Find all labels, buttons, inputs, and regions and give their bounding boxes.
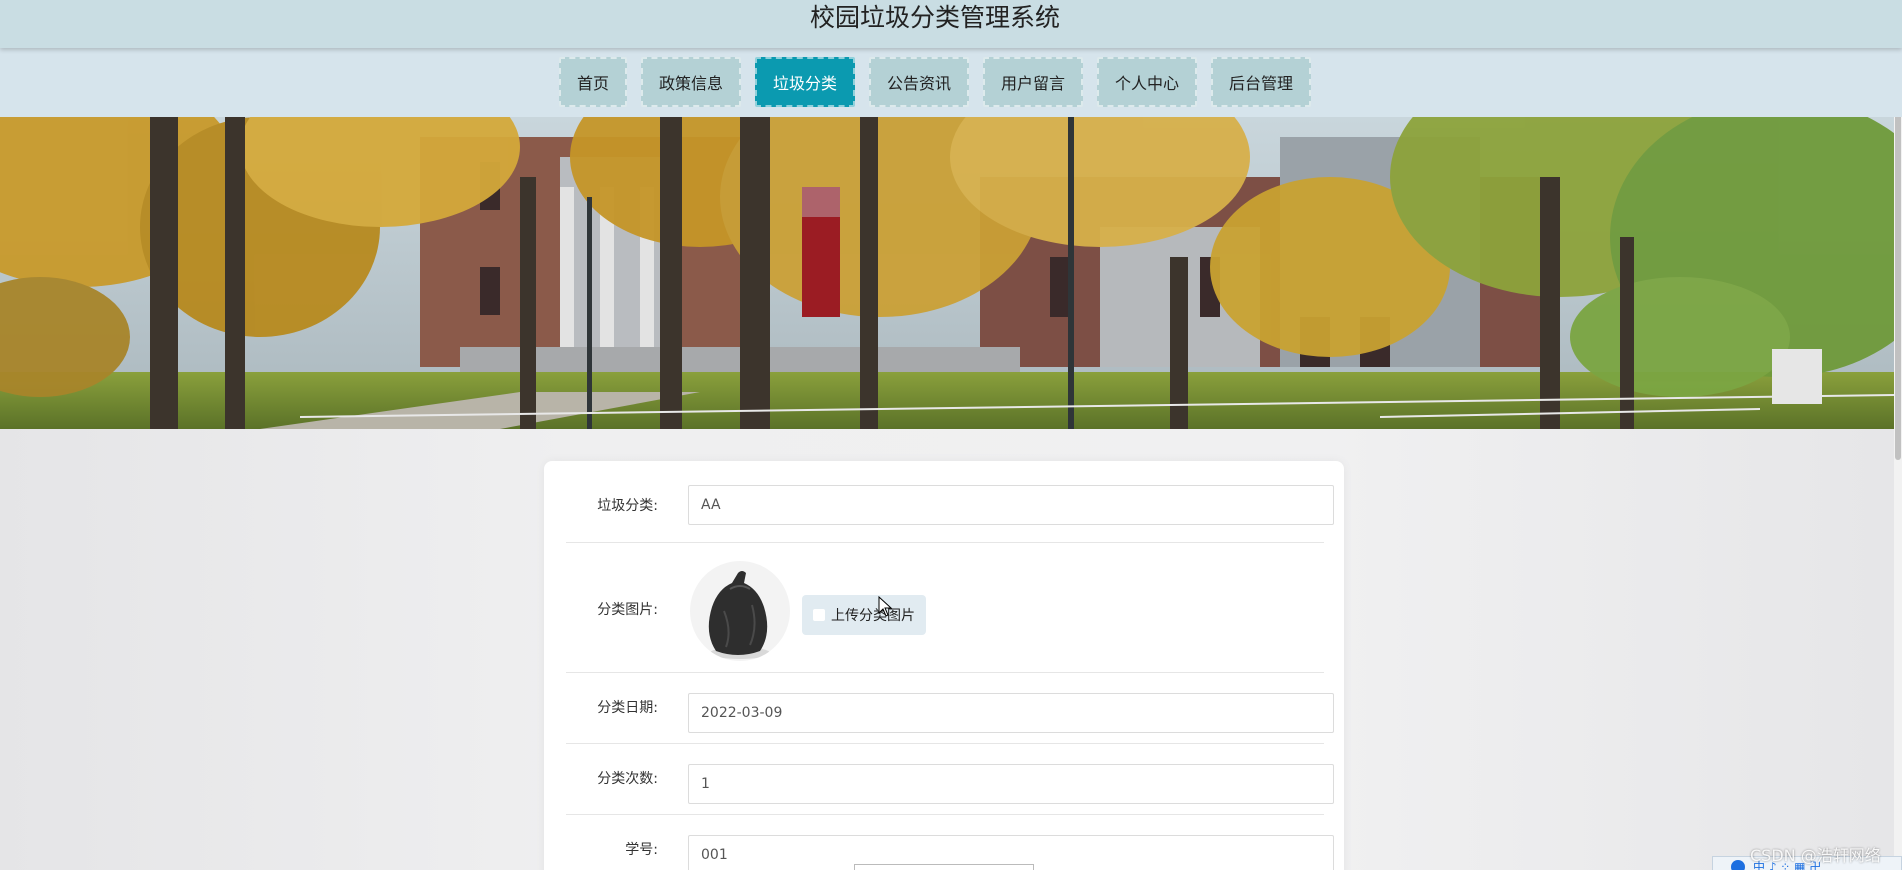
dropdown-popup-edge	[854, 864, 1034, 870]
garbage-bag-icon	[708, 571, 770, 659]
form-row-student-id: 学号: 001	[566, 815, 1334, 870]
nav-item-admin[interactable]: 后台管理	[1211, 57, 1312, 107]
form-row-count: 分类次数: 1	[566, 744, 1334, 815]
form-row-category: 垃圾分类: AA	[566, 485, 1334, 543]
category-image-preview	[690, 561, 790, 661]
nav-item-announcements[interactable]: 公告资讯	[868, 57, 969, 107]
nav-item-profile[interactable]: 个人中心	[1097, 57, 1198, 107]
student-id-label: 学号:	[625, 842, 658, 858]
csdn-watermark: CSDN @浩轩网络	[1750, 846, 1881, 865]
nav-item-messages[interactable]: 用户留言	[983, 57, 1084, 107]
site-header: 校园垃圾分类管理系统	[0, 0, 1902, 48]
category-input[interactable]: AA	[688, 485, 1334, 525]
mouse-cursor-icon	[878, 596, 893, 617]
form-row-image: 分类图片: 上传分类图片	[566, 543, 1324, 673]
ime-logo-icon	[1731, 860, 1745, 870]
category-label: 垃圾分类:	[597, 498, 658, 514]
nav-list: 首页 政策信息 垃圾分类 公告资讯 用户留言 个人中心 后台管理	[0, 57, 1870, 107]
campus-banner-image	[0, 117, 1894, 429]
nav-item-policy[interactable]: 政策信息	[640, 57, 741, 107]
nav-item-garbage-sorting[interactable]: 垃圾分类	[754, 57, 855, 107]
page-scrollbar[interactable]	[1894, 0, 1902, 870]
garbage-sorting-form: 垃圾分类: AA 分类图片: 上传分类图片 分类日期: 2022-03-09 分…	[544, 461, 1344, 870]
upload-image-label: 上传分类图片	[831, 608, 915, 624]
main-nav: 首页 政策信息 垃圾分类 公告资讯 用户留言 个人中心 后台管理	[0, 48, 1902, 117]
nav-item-home[interactable]: 首页	[558, 57, 627, 107]
upload-icon	[813, 609, 825, 621]
site-title: 校园垃圾分类管理系统	[809, 3, 1060, 32]
upload-image-button[interactable]: 上传分类图片	[802, 595, 926, 635]
image-label: 分类图片:	[597, 602, 658, 618]
count-label: 分类次数:	[597, 771, 658, 787]
date-input[interactable]: 2022-03-09	[688, 693, 1334, 733]
date-label: 分类日期:	[597, 700, 658, 716]
count-input[interactable]: 1	[688, 764, 1334, 804]
form-row-date: 分类日期: 2022-03-09	[566, 673, 1334, 744]
